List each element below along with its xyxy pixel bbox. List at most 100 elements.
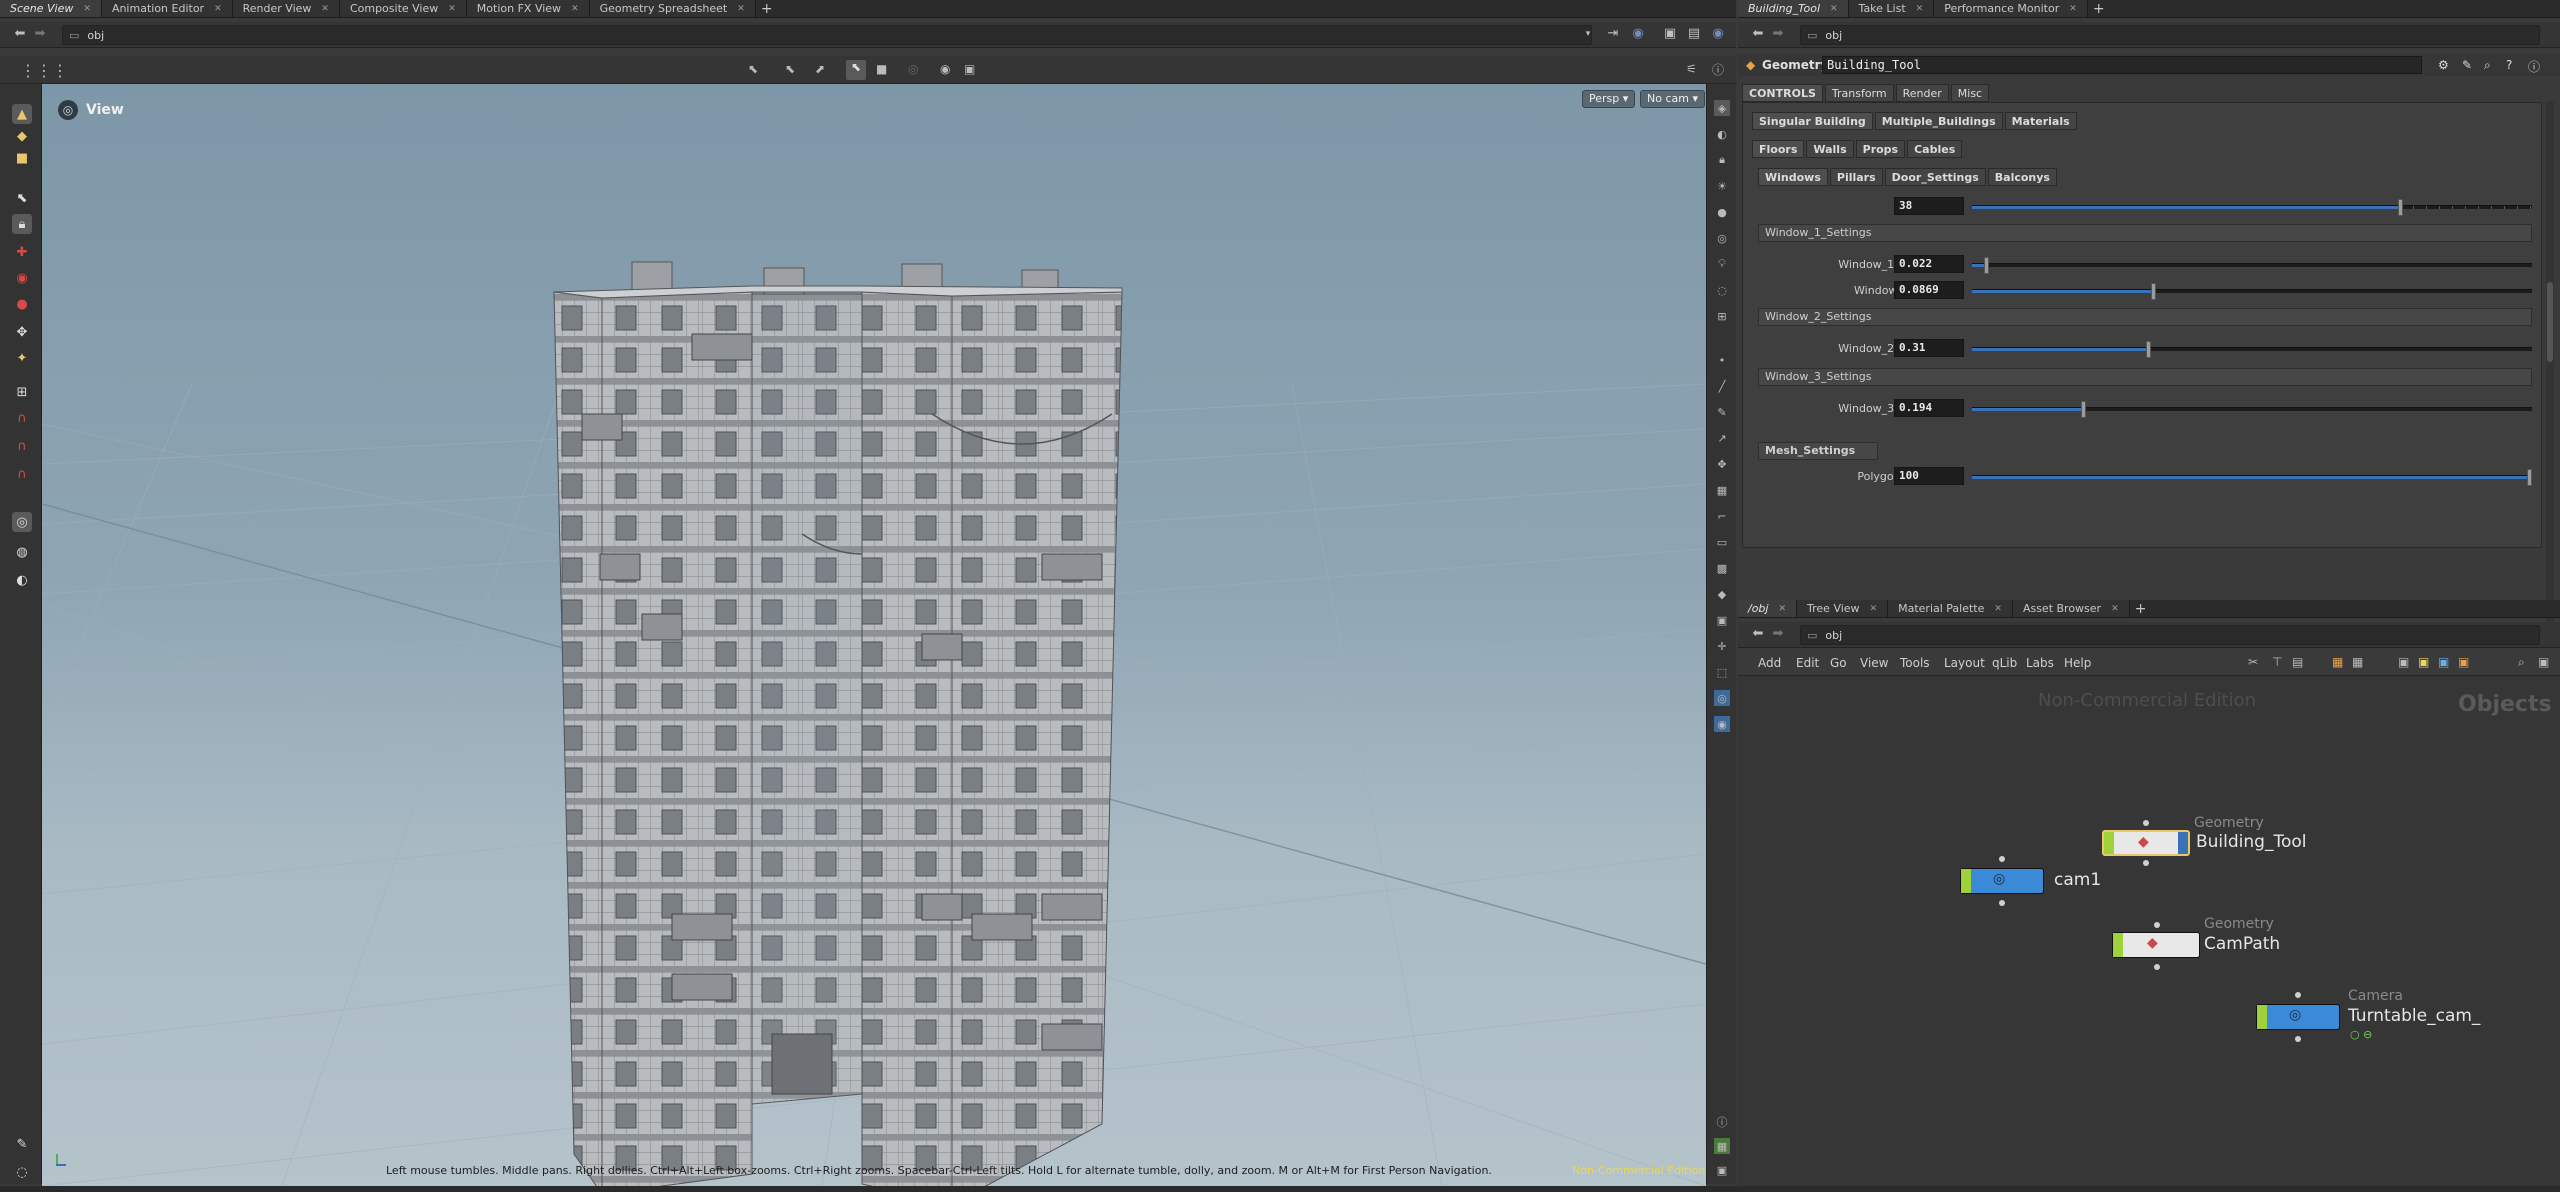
menu-add[interactable]: Add <box>1758 656 1781 670</box>
tab-motion-fx-view[interactable]: Motion FX View ✕ <box>466 0 590 17</box>
select-arrow-icon[interactable]: ⬉ <box>12 188 32 208</box>
network-editor[interactable]: Add Edit Go View Tools Layout qLib Labs … <box>1738 650 2560 1192</box>
frame-icon[interactable]: ⬚ <box>1714 664 1730 680</box>
slider-knob[interactable] <box>2397 199 2403 216</box>
forward-arrow-icon[interactable]: ➡ <box>1770 26 1786 42</box>
handle-tool-icon[interactable]: ■ <box>12 148 32 168</box>
w3-weight-slider[interactable] <box>1972 401 2532 418</box>
add-tab-icon[interactable]: + <box>2088 0 2110 17</box>
help-icon[interactable]: ? <box>2506 58 2512 72</box>
tab-pillars[interactable]: Pillars <box>1829 168 1883 186</box>
search-icon[interactable]: ⌕ <box>2484 58 2491 73</box>
brush-icon[interactable]: ✎ <box>1714 404 1730 420</box>
forward-arrow-icon[interactable]: ➡ <box>32 26 48 42</box>
w1-size-slider[interactable] <box>1972 283 2532 300</box>
menu-view[interactable]: View <box>1860 656 1888 670</box>
layout-grid-icon[interactable]: ▦ <box>1714 1138 1730 1154</box>
node-building-tool[interactable]: ◆ <box>2102 830 2190 856</box>
point-icon[interactable]: • <box>1714 352 1730 368</box>
tab-render[interactable]: Render <box>1895 84 1949 102</box>
close-icon[interactable]: ✕ <box>448 4 456 14</box>
scale-icon[interactable]: ● <box>12 294 32 314</box>
magnet-icon[interactable]: ∩ <box>12 436 32 456</box>
tab-take-list[interactable]: Take List ✕ <box>1848 0 1935 17</box>
camera-icon[interactable]: ◎ <box>58 100 78 120</box>
camera-tool-icon[interactable]: ◎ <box>12 512 32 532</box>
param-scrollbar[interactable] <box>2546 102 2554 622</box>
diamond-icon[interactable]: ◆ <box>1714 586 1730 602</box>
camera-menu[interactable]: No cam ▾ <box>1640 90 1705 108</box>
menu-qlib[interactable]: qLib <box>1992 656 2017 670</box>
network-path-field[interactable]: ▭ obj <box>1800 625 2540 645</box>
display-icon[interactable]: ◈ <box>1714 100 1730 116</box>
lock-view-icon[interactable]: 🔒︎ <box>1714 152 1730 168</box>
w2-weight-slider[interactable] <box>1972 341 2532 358</box>
close-icon[interactable]: ✕ <box>1870 604 1878 614</box>
close-icon[interactable]: ✕ <box>1778 604 1786 614</box>
align-icon[interactable]: ⊤ <box>2272 655 2282 669</box>
camera-view-icon[interactable]: ◎ <box>1714 230 1730 246</box>
tab-geometry-spreadsheet[interactable]: Geometry Spreadsheet ✕ <box>589 0 756 17</box>
view-cam-icon[interactable]: ◎ <box>1714 690 1730 706</box>
tab-composite-view[interactable]: Composite View ✕ <box>339 0 467 17</box>
gear-icon[interactable]: ⚙ <box>2438 58 2449 72</box>
view-options-icon[interactable]: ▤ <box>1686 26 1702 42</box>
menu-edit[interactable]: Edit <box>1796 656 1819 670</box>
tab-transform[interactable]: Transform <box>1824 84 1894 102</box>
menu-layout[interactable]: Layout <box>1944 656 1985 670</box>
path-field[interactable]: ▭ obj <box>62 25 1592 45</box>
close-icon[interactable]: ✕ <box>321 4 329 14</box>
edge-icon[interactable]: ╱ <box>1714 378 1730 394</box>
close-icon[interactable]: ✕ <box>2111 604 2119 614</box>
node-output-dot[interactable] <box>2143 860 2149 866</box>
grid-view-icon[interactable]: ▦ <box>2332 655 2343 669</box>
seed-field[interactable]: 38 <box>1894 197 1964 215</box>
close-icon[interactable]: ✕ <box>737 4 745 14</box>
render-region-icon[interactable]: ◍ <box>12 542 32 562</box>
tab-windows[interactable]: Windows <box>1758 168 1828 186</box>
primitives-icon[interactable]: ▦ <box>1714 482 1730 498</box>
link-toggle-icon[interactable]: ◉ <box>1710 26 1726 42</box>
snapshot-view-icon[interactable]: ▣ <box>1714 1162 1730 1178</box>
render-icon[interactable]: ▣ <box>1714 612 1730 628</box>
add-tab-icon[interactable]: + <box>756 0 778 17</box>
tab-cables[interactable]: Cables <box>1907 140 1963 158</box>
sphere-icon[interactable]: ● <box>1714 204 1730 220</box>
tab-misc[interactable]: Misc <box>1950 84 1990 102</box>
tab-floors[interactable]: Floors <box>1752 140 1805 158</box>
close-icon[interactable]: ✕ <box>571 4 579 14</box>
layout-icon[interactable]: ▣ <box>1662 26 1678 42</box>
help-icon[interactable]: ⓘ <box>1712 61 1724 78</box>
tab-material-palette[interactable]: Material Palette ✕ <box>1888 600 2013 617</box>
node-output-dot[interactable] <box>2154 964 2160 970</box>
normals-icon[interactable]: ↗ <box>1714 430 1730 446</box>
dropdown-icon[interactable]: ▾ <box>1580 26 1596 42</box>
sticky-note-icon[interactable]: ▣ <box>2418 655 2429 669</box>
zoom-icon[interactable]: ⌕ <box>2518 655 2525 670</box>
translate-icon[interactable]: ✚ <box>12 242 32 262</box>
close-icon[interactable]: ✕ <box>214 4 222 14</box>
rotate-icon[interactable]: ◉ <box>12 268 32 288</box>
node-input-dot[interactable] <box>2154 922 2160 928</box>
move-pivot-icon[interactable]: ⊞ <box>12 382 32 402</box>
lock-icon[interactable]: 🔒︎ <box>12 214 32 234</box>
menu-labs[interactable]: Labs <box>2026 656 2054 670</box>
menu-help[interactable]: Help <box>2064 656 2091 670</box>
square-icon[interactable]: ■ <box>876 62 887 76</box>
node-input-dot[interactable] <box>1999 856 2005 862</box>
bulb-icon[interactable]: 💡︎ <box>1714 256 1730 272</box>
target-icon[interactable]: ✛ <box>1714 638 1730 654</box>
grid-menu-icon[interactable]: ⋮⋮⋮ <box>20 61 68 80</box>
persp-menu[interactable]: Persp ▾ <box>1582 90 1636 108</box>
magnet-red-icon[interactable]: ∩ <box>12 408 32 428</box>
list-view-icon[interactable]: ▦ <box>2352 655 2363 669</box>
w3-weight-field[interactable]: 0.194 <box>1894 399 1964 417</box>
close-icon[interactable]: ✕ <box>2069 4 2077 14</box>
section-window-3[interactable]: Window_3_Settings <box>1758 368 2532 386</box>
shading-icon[interactable]: ◐ <box>1714 126 1730 142</box>
back-arrow-icon[interactable]: ⬅ <box>1750 626 1766 642</box>
forward-arrow-icon[interactable]: ➡ <box>1770 626 1786 642</box>
tab-materials[interactable]: Materials <box>2004 112 2077 130</box>
slider-knob[interactable] <box>2151 283 2157 300</box>
tab-singular-building[interactable]: Singular Building <box>1752 112 1873 130</box>
